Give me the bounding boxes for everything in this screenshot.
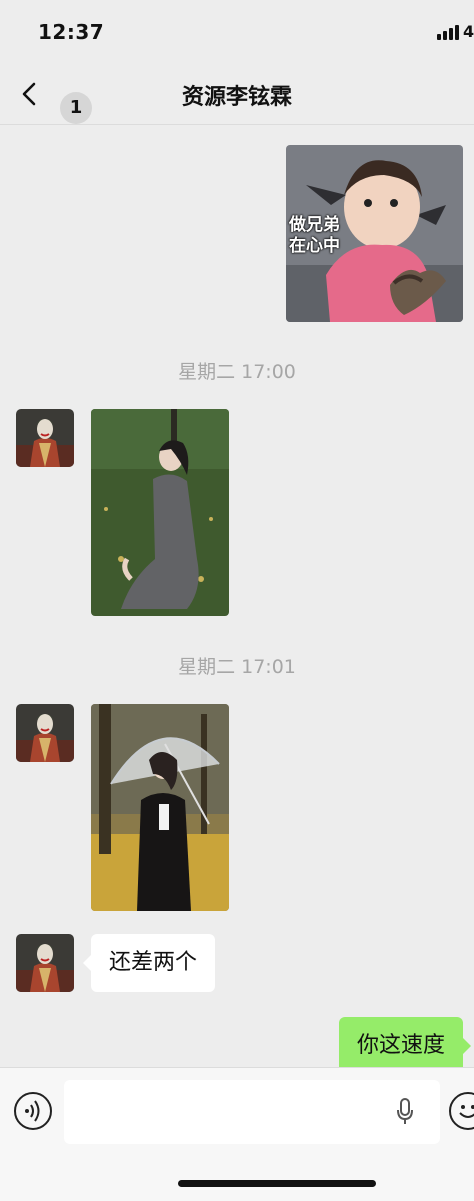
network-indicator: 4 — [463, 22, 474, 41]
sticker-caption-line: 做兄弟 — [289, 215, 340, 235]
message-timestamp: 星期二 17:00 — [178, 361, 296, 383]
photo-image — [91, 409, 229, 616]
status-time: 12:37 — [38, 20, 105, 44]
home-indicator — [178, 1180, 376, 1187]
image-message[interactable] — [91, 704, 229, 911]
message-input[interactable] — [64, 1080, 440, 1144]
image-message[interactable] — [91, 409, 229, 616]
outgoing-text-bubble[interactable]: 你这速度 — [338, 1017, 472, 1067]
status-bar: 12:37 4 — [0, 0, 474, 62]
avatar-image — [16, 934, 74, 992]
contact-avatar[interactable] — [16, 704, 74, 762]
voice-icon — [25, 1100, 40, 1122]
sticker-message[interactable]: 做兄弟 在心中 — [286, 145, 463, 322]
unread-count-badge: 1 — [60, 92, 92, 124]
back-chevron-icon — [22, 82, 36, 106]
back-button[interactable]: 1 — [18, 76, 92, 124]
nav-bar: 资源李铉霖 1 — [0, 62, 474, 125]
incoming-text-bubble[interactable]: 还差两个 — [82, 934, 216, 992]
sticker-caption-line: 在心中 — [289, 236, 340, 256]
message-list[interactable]: 做兄弟 在心中 星期二 17:00 星期二 17:01 还差两个 你这速度 — [0, 125, 474, 1067]
contact-avatar[interactable] — [16, 409, 74, 467]
avatar-image — [16, 409, 74, 467]
emoji-button[interactable] — [449, 1092, 474, 1130]
signal-icon — [437, 24, 465, 40]
avatar-image — [16, 704, 74, 762]
microphone-icon[interactable] — [395, 1098, 415, 1126]
message-timestamp: 星期二 17:01 — [178, 656, 296, 678]
voice-input-button[interactable] — [14, 1092, 52, 1130]
emoji-icon — [459, 1105, 474, 1118]
photo-image — [91, 704, 229, 911]
sticker-caption: 做兄弟 在心中 — [289, 215, 340, 257]
contact-avatar[interactable] — [16, 934, 74, 992]
